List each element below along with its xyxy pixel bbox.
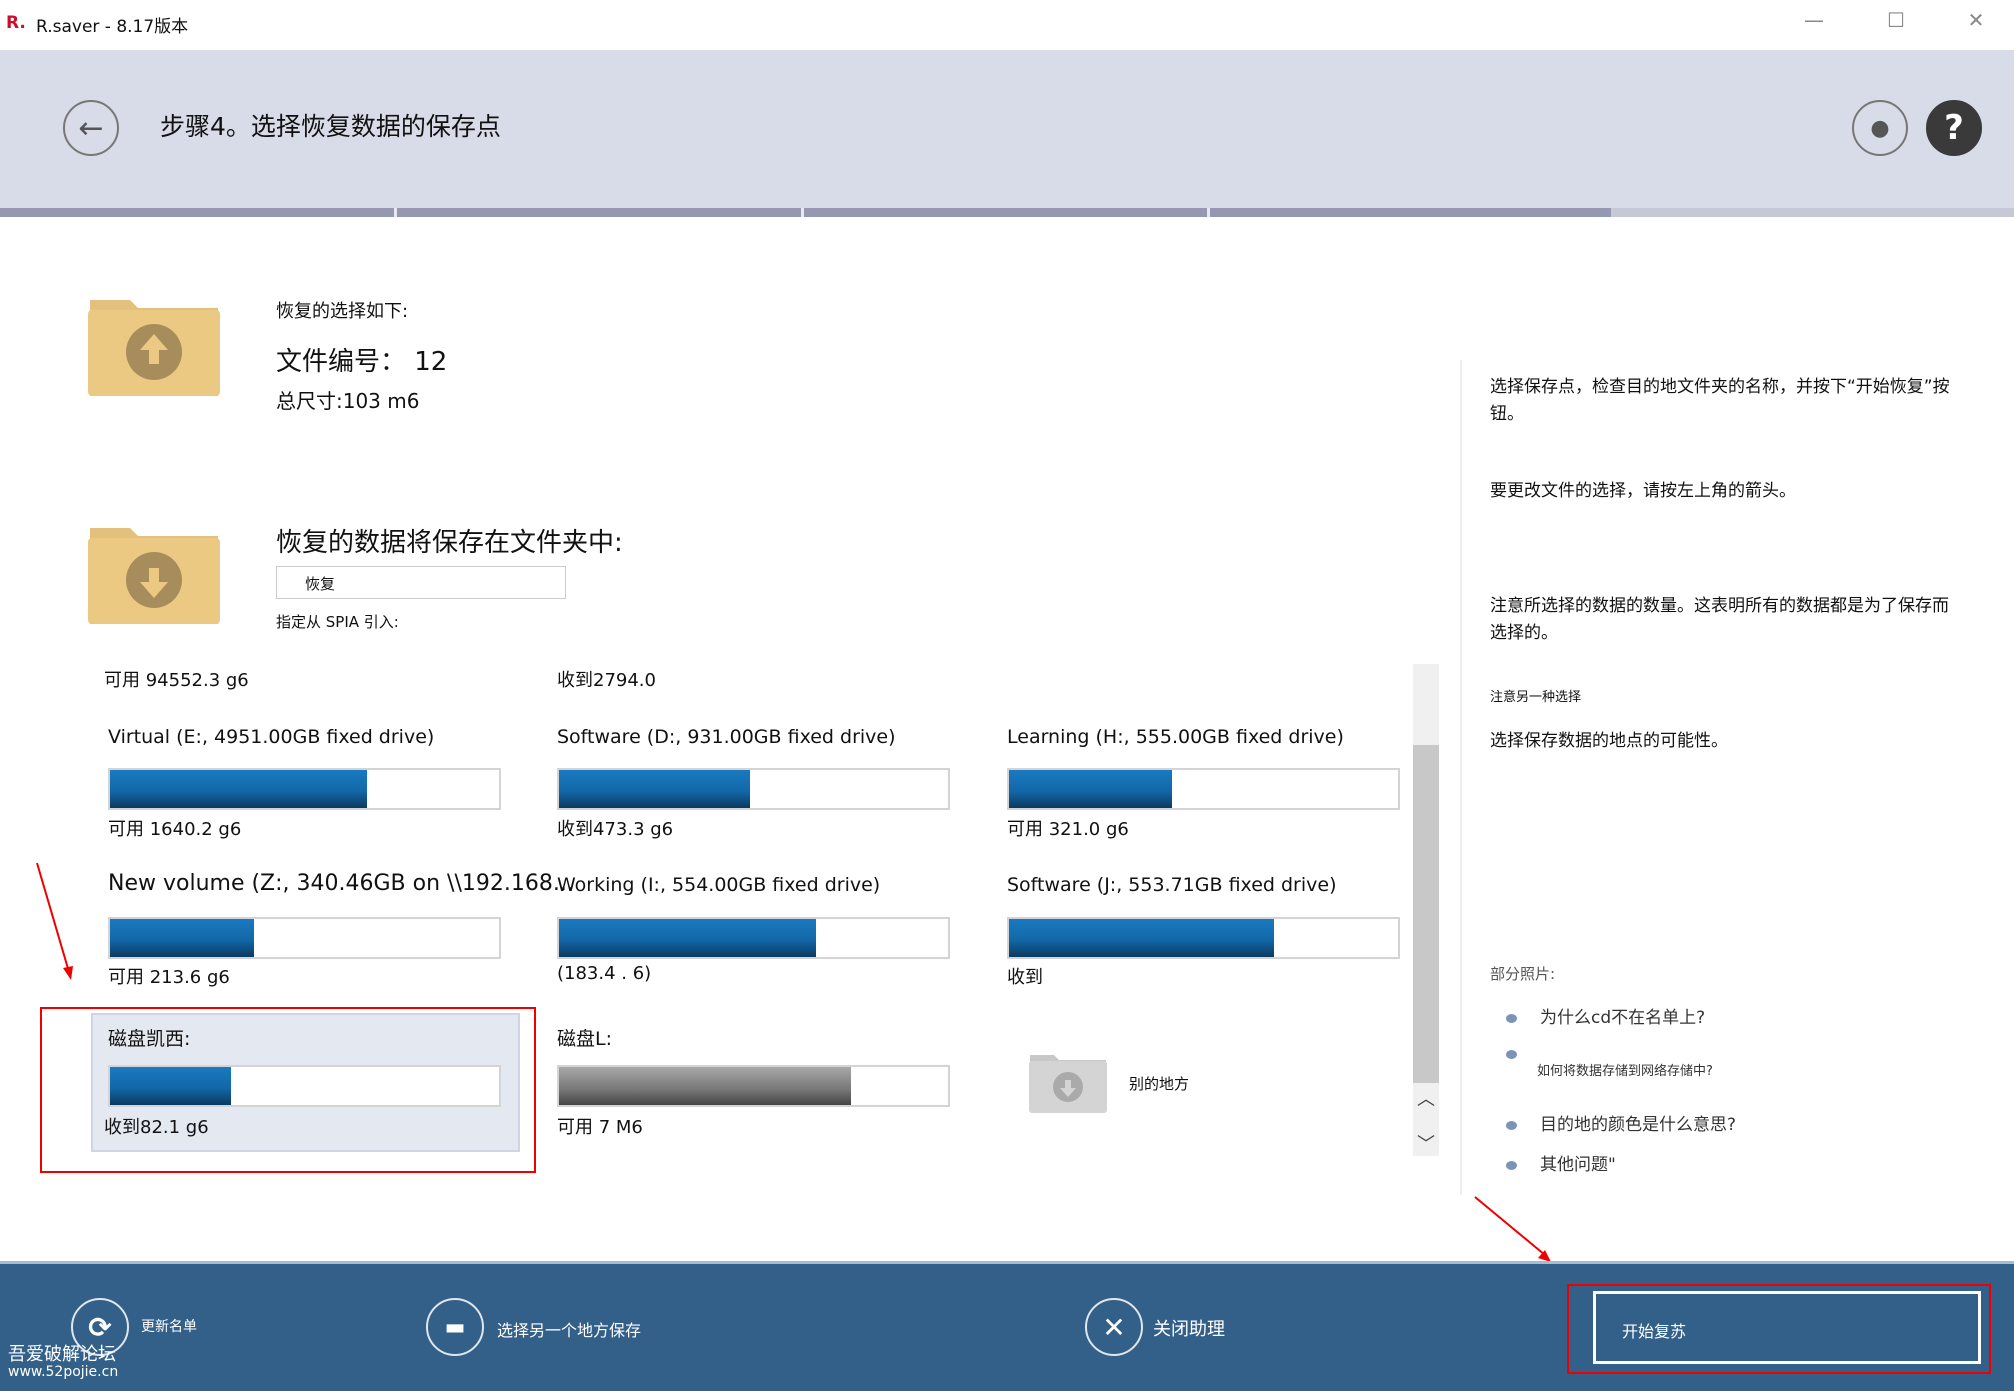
maximize-button[interactable]: ☐ (1876, 8, 1916, 32)
faq-link[interactable]: 如何将数据存储到网络存储中? (1537, 1058, 2007, 1085)
help-icon[interactable]: ? (1926, 100, 1982, 156)
drive-name[interactable]: Software (D:, 931.00GB fixed drive) (557, 726, 896, 748)
drive-free-space: 可用 7 M6 (557, 1113, 643, 1139)
drive-usage-bar[interactable] (1007, 917, 1400, 959)
bullet-icon (1506, 1014, 1517, 1023)
faq-link[interactable]: 目的地的颜色是什么意思? (1540, 1112, 2010, 1139)
close-icon[interactable]: ✕ (1085, 1298, 1143, 1356)
drive-free-space: 可用 213.6 g6 (108, 963, 230, 989)
scrollbar-thumb[interactable] (1413, 745, 1439, 1083)
close-assistant-button[interactable]: 关闭助理 (1153, 1315, 1225, 1341)
grey-folder-icon (1028, 1049, 1108, 1114)
back-arrow-icon[interactable]: ← (63, 100, 119, 156)
user-icon[interactable]: ● (1852, 100, 1908, 156)
drive-name[interactable]: Software (J:, 553.71GB fixed drive) (1007, 874, 1337, 896)
drive-free-space: 可用 1640.2 g6 (108, 815, 241, 841)
summary-available: 可用 94552.3 g6 (104, 666, 249, 692)
drive-free-space: 收到 (1007, 963, 1043, 989)
drive-free-space: 收到473.3 g6 (557, 815, 673, 841)
drive-usage-fill (1009, 770, 1172, 808)
file-count: 文件编号： 12 (276, 341, 447, 378)
bullet-icon (1506, 1121, 1517, 1130)
drive-name[interactable]: Learning (H:, 555.00GB fixed drive) (1007, 726, 1344, 748)
drive-usage-bar[interactable] (108, 917, 501, 959)
drive-name[interactable]: Virtual (E:, 4951.00GB fixed drive) (108, 726, 434, 748)
annotation-box-drive (40, 1007, 536, 1173)
bullet-icon (1506, 1050, 1517, 1059)
help-text-1: 选择保存点，检查目的地文件夹的名称，并按下“开始恢复”按钮。 (1490, 374, 1960, 428)
drive-name[interactable]: Working (I:, 554.00GB fixed drive) (557, 874, 880, 896)
drive-usage-bar[interactable] (557, 1065, 950, 1107)
title-bar: R. R.saver - 8.17版本 — ☐ ✕ (0, 0, 2014, 50)
refresh-list-button[interactable]: 更新名单 (141, 1316, 197, 1336)
download-folder-icon (86, 518, 222, 626)
total-size: 总尺寸:103 m6 (276, 385, 419, 414)
drive-usage-bar[interactable] (557, 917, 950, 959)
drive-free-space: 可用 321.0 g6 (1007, 815, 1129, 841)
watermark-url: www.52pojie.cn (8, 1364, 118, 1380)
drive-free-space: (183.4 . 6) (557, 963, 651, 984)
step-progress (0, 208, 2014, 217)
watermark-title: 吾爱破解论坛 (8, 1340, 116, 1366)
drive-usage-fill (110, 919, 254, 957)
window-title: R.saver - 8.17版本 (36, 12, 188, 37)
import-label: 指定从 SPIA 引入: (276, 611, 399, 632)
help-text-3: 注意所选择的数据的数量。这表明所有的数据都是为了保存而选择的。 (1490, 593, 1960, 647)
drive-usage-bar[interactable] (557, 768, 950, 810)
selection-label: 恢复的选择如下: (276, 297, 408, 323)
help-text-2: 要更改文件的选择，请按左上角的箭头。 (1490, 478, 1960, 505)
faq-title: 部分照片: (1490, 961, 1960, 988)
help-text-4: 注意另一种选择 (1490, 684, 1960, 711)
app-logo-icon: R. (6, 13, 26, 33)
drive-usage-bar[interactable] (108, 768, 501, 810)
faq-link[interactable]: 其他问题" (1540, 1152, 2010, 1179)
drive-usage-fill (559, 1067, 851, 1105)
other-place-label[interactable]: 别的地方 (1129, 1073, 1189, 1094)
upload-folder-icon (86, 290, 222, 398)
drive-usage-bar[interactable] (1007, 768, 1400, 810)
help-text-5: 选择保存数据的地点的可能性。 (1490, 728, 1960, 755)
scroll-up-icon[interactable]: ︿ (1417, 1085, 1435, 1111)
drive-name[interactable]: 磁盘L: (557, 1024, 612, 1051)
destination-folder-input[interactable]: 恢复 (276, 566, 566, 599)
minimize-button[interactable]: — (1794, 8, 1834, 32)
close-button[interactable]: ✕ (1956, 8, 1996, 32)
faq-link[interactable]: 为什么cd不在名单上? (1540, 1005, 2010, 1032)
drive-usage-fill (1009, 919, 1274, 957)
drive-usage-fill (559, 770, 750, 808)
folder-icon[interactable]: ▬ (426, 1298, 484, 1356)
other-location-button[interactable]: 选择另一个地方保存 (497, 1317, 641, 1341)
drive-usage-fill (559, 919, 816, 957)
destination-label: 恢复的数据将保存在文件夹中: (276, 522, 623, 559)
page-title: 步骤4。选择恢复数据的保存点 (160, 107, 501, 143)
bullet-icon (1506, 1161, 1517, 1170)
summary-received: 收到2794.0 (557, 666, 656, 692)
other-place-button[interactable] (1028, 1049, 1108, 1114)
drive-usage-fill (110, 770, 367, 808)
scroll-down-icon[interactable]: ﹀ (1417, 1130, 1435, 1156)
annotation-box-start (1567, 1284, 1991, 1374)
drive-name[interactable]: New volume (Z:, 340.46GB on \\192.168... (108, 871, 574, 896)
panel-divider (1460, 360, 1462, 1195)
